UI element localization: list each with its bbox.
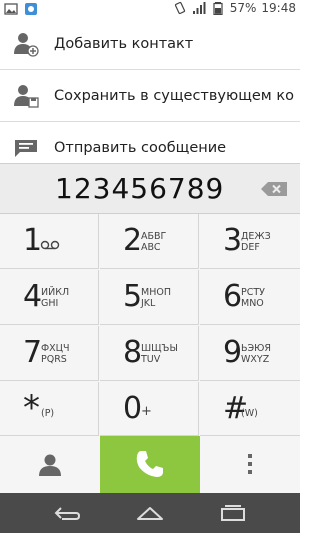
key-4[interactable]: 4 ИЙКЛ GHI xyxy=(0,270,99,325)
key-9[interactable]: 9 ЬЭЮЯ WXYZ xyxy=(200,326,300,381)
key-letters: (W) xyxy=(241,408,258,419)
dialer-actions xyxy=(0,436,300,493)
vibrate-icon xyxy=(174,1,185,15)
contacts-button[interactable] xyxy=(0,436,100,493)
key-digit: 8 xyxy=(123,335,143,370)
key-8[interactable]: 8 ШЩЪЫ TUV xyxy=(100,326,199,381)
battery-level: 57% xyxy=(229,1,257,15)
key-digit: 2 xyxy=(123,223,143,258)
message-icon xyxy=(15,140,37,157)
key-letters: ЬЭЮЯ WXYZ xyxy=(241,343,272,365)
key-digit: * xyxy=(23,388,40,428)
key-letters: + xyxy=(141,404,152,419)
key-digit: 6 xyxy=(223,279,243,314)
key-star[interactable]: * (P) xyxy=(0,382,99,436)
key-letters: ИЙКЛ GHI xyxy=(41,287,70,309)
clock: 19:48 xyxy=(261,1,296,15)
save-to-contact-icon xyxy=(14,85,39,108)
add-contact-action[interactable]: Добавить контакт xyxy=(0,19,300,70)
call-button[interactable] xyxy=(100,436,200,493)
key-0[interactable]: 0 + xyxy=(100,382,199,436)
key-7[interactable]: 7 ФХЦЧ PQRS xyxy=(0,326,99,381)
keypad: 1 2 АБВГ ABC 3 ДЕЖЗ DEF 4 ИЙКЛ GHI 5 МНО… xyxy=(0,214,300,436)
phone-icon xyxy=(136,451,163,477)
save-to-existing-action[interactable]: Сохранить в существующем кон… xyxy=(0,71,300,122)
backspace-icon[interactable] xyxy=(260,181,288,197)
app-notification-icon xyxy=(25,3,37,15)
key-letters: ФХЦЧ PQRS xyxy=(41,343,70,365)
key-letters: АБВГ ABC xyxy=(141,231,167,253)
number-actions: Добавить контакт Сохранить в существующе… xyxy=(0,19,300,163)
number-display: 123456789 xyxy=(0,163,300,214)
overflow-menu-icon xyxy=(248,454,252,474)
key-hash[interactable]: # (W) xyxy=(200,382,300,436)
recents-icon[interactable] xyxy=(218,503,248,523)
key-digit: 7 xyxy=(23,335,43,370)
back-icon[interactable] xyxy=(52,503,82,523)
send-message-action[interactable]: Отправить сообщение xyxy=(0,123,300,163)
signal-icon xyxy=(192,2,206,14)
battery-icon xyxy=(213,2,223,15)
save-to-existing-label: Сохранить в существующем кон… xyxy=(54,88,294,104)
key-digit: 3 xyxy=(223,223,243,258)
key-digit: 4 xyxy=(23,279,43,314)
add-contact-icon xyxy=(14,33,39,57)
key-3[interactable]: 3 ДЕЖЗ DEF xyxy=(200,214,300,269)
send-message-label: Отправить сообщение xyxy=(54,140,227,156)
key-digit: 5 xyxy=(123,279,143,314)
key-letters: МНОП JKL xyxy=(141,287,171,309)
home-icon[interactable] xyxy=(135,503,165,523)
status-bar: 57% 19:48 xyxy=(0,0,300,19)
key-digit: 9 xyxy=(223,335,243,370)
person-icon xyxy=(39,454,61,476)
key-1[interactable]: 1 xyxy=(0,214,99,269)
key-digit: 0 xyxy=(123,391,143,426)
key-5[interactable]: 5 МНОП JKL xyxy=(100,270,199,325)
key-letters: РСТУ MNO xyxy=(241,287,265,309)
add-contact-label: Добавить контакт xyxy=(54,36,194,52)
key-letters: ДЕЖЗ DEF xyxy=(241,231,271,253)
voicemail-icon xyxy=(40,240,60,250)
key-2[interactable]: 2 АБВГ ABC xyxy=(100,214,199,269)
overflow-menu-button[interactable] xyxy=(200,436,300,493)
key-6[interactable]: 6 РСТУ MNO xyxy=(200,270,300,325)
key-letters: ШЩЪЫ TUV xyxy=(141,343,178,365)
navigation-bar xyxy=(0,493,300,533)
dialed-number[interactable]: 123456789 xyxy=(55,172,224,205)
image-icon xyxy=(4,3,18,15)
key-letters: (P) xyxy=(41,408,55,419)
